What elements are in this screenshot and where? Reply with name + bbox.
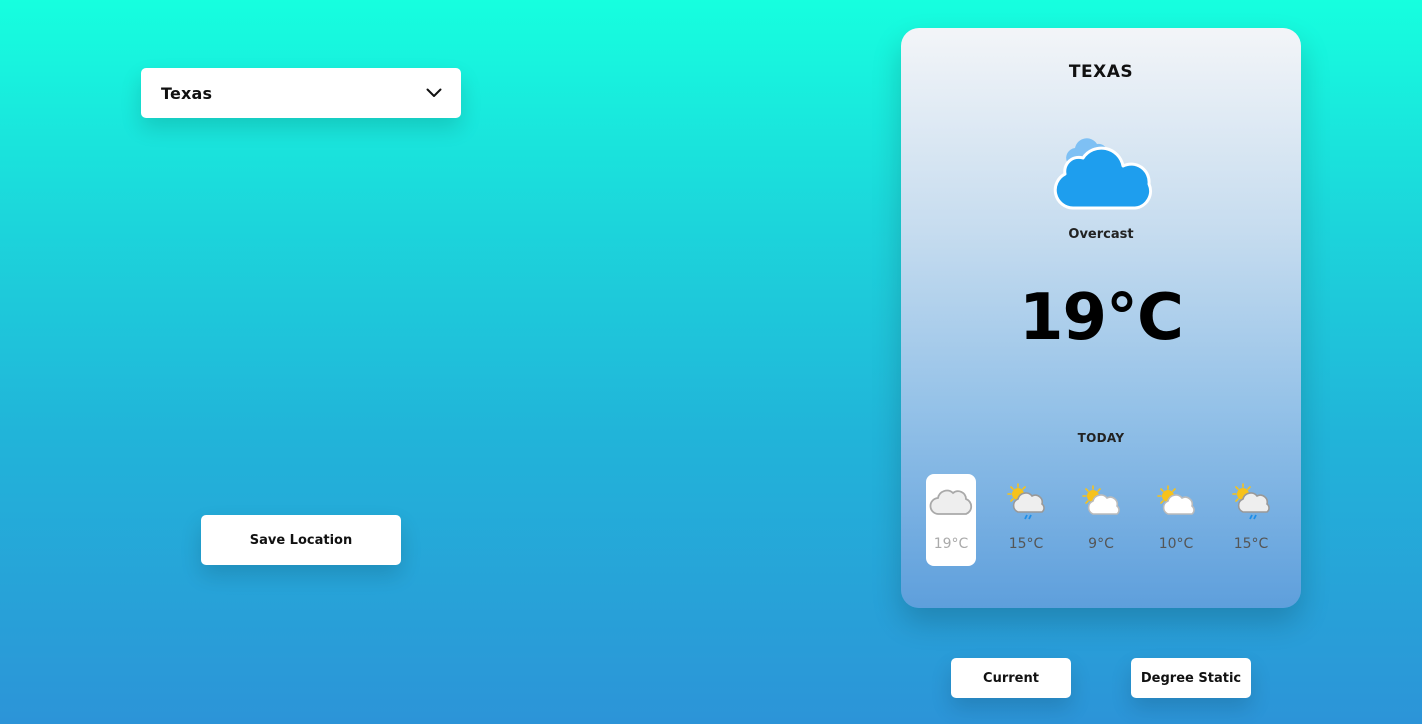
today-label: TODAY — [1077, 431, 1125, 445]
forecast-temp: 10°C — [1158, 536, 1194, 552]
forecast-item[interactable]: 9°C — [1076, 474, 1126, 566]
cloud-icon — [1053, 124, 1153, 214]
forecast-list: 19°C 15°C 9°C 10°C 15°C — [926, 474, 1276, 566]
forecast-temp: 15°C — [1233, 536, 1269, 552]
forecast-temp: 9°C — [1088, 536, 1114, 552]
weather-card: TEXAS Overcast 19°C TODAY 19°C 15°C 9°C … — [901, 28, 1301, 608]
forecast-item[interactable]: 19°C — [926, 474, 976, 566]
weather-condition: Overcast — [1068, 227, 1134, 242]
sun-cloud-icon — [1157, 485, 1195, 515]
cloud-icon — [929, 489, 973, 515]
location-select[interactable]: Texas — [141, 68, 461, 118]
forecast-temp: 15°C — [1008, 536, 1044, 552]
location-select-value: Texas — [161, 83, 213, 103]
sun-cloud-rain-icon — [1232, 483, 1270, 520]
chevron-down-icon — [425, 84, 443, 102]
sun-cloud-rain-icon — [1007, 483, 1045, 520]
forecast-item[interactable]: 10°C — [1151, 474, 1201, 566]
card-location-title: TEXAS — [1068, 62, 1134, 82]
degree-static-button[interactable]: Degree Static — [1131, 658, 1251, 698]
save-location-button[interactable]: Save Location — [201, 515, 401, 565]
current-button[interactable]: Current — [951, 658, 1071, 698]
forecast-temp: 19°C — [933, 536, 969, 552]
sun-cloud-icon — [1082, 485, 1120, 515]
forecast-item[interactable]: 15°C — [1226, 474, 1276, 566]
current-temperature: 19°C — [1018, 281, 1184, 355]
forecast-item[interactable]: 15°C — [1001, 474, 1051, 566]
